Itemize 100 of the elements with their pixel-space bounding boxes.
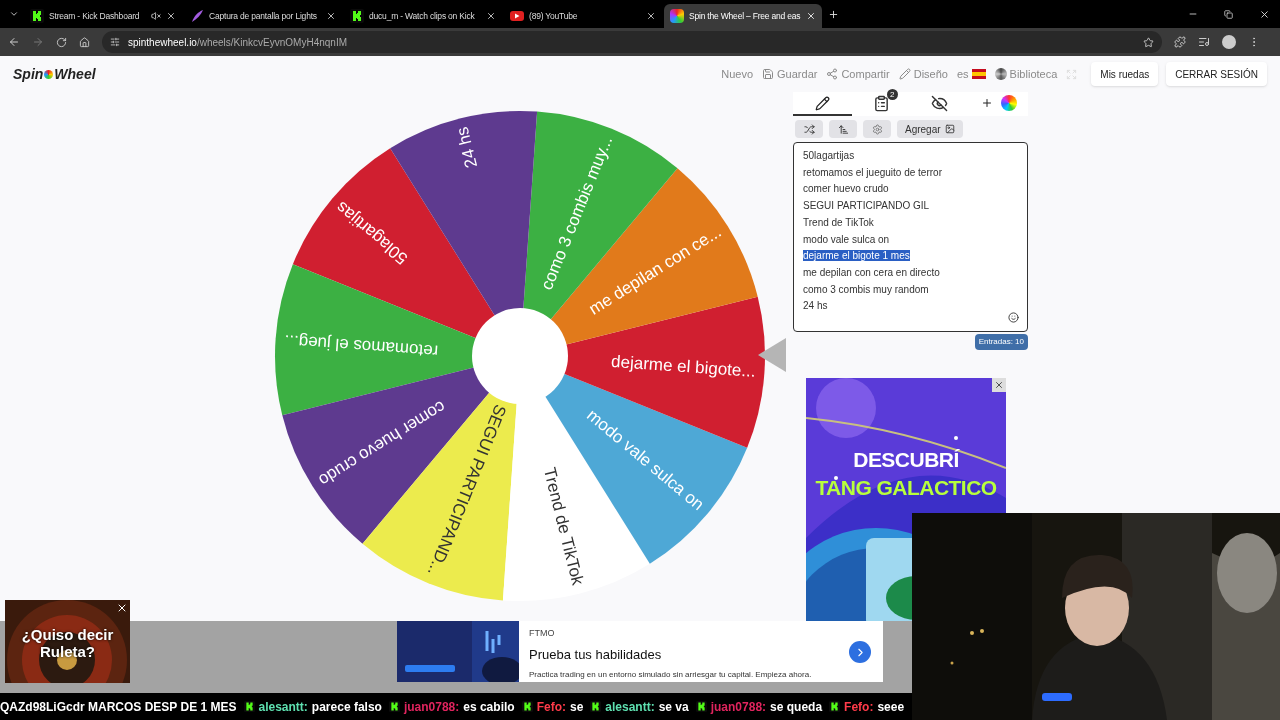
add-image-button[interactable]: Agregar bbox=[897, 120, 963, 138]
sort-icon bbox=[837, 123, 849, 135]
chat-message: se queda bbox=[770, 698, 823, 716]
share-icon bbox=[826, 68, 839, 80]
shuffle-button[interactable] bbox=[795, 120, 823, 138]
play-icon bbox=[510, 11, 524, 21]
pointer-icon bbox=[758, 338, 786, 372]
browser-tab[interactable]: Stream - Kick Dashboard bbox=[24, 4, 182, 28]
browser-tab[interactable]: (89) YouTube bbox=[504, 4, 662, 28]
toolbar-button[interactable]: Nuevo bbox=[721, 65, 754, 83]
chat-message: seee bbox=[877, 698, 905, 716]
shuffle-icon bbox=[803, 123, 815, 135]
kick-logo-icon bbox=[521, 701, 533, 712]
back-icon bbox=[8, 36, 20, 48]
entry-text: me depilan con cera en directo bbox=[803, 266, 940, 278]
new-tab-icon bbox=[828, 8, 839, 20]
spain-flag-icon bbox=[971, 69, 986, 79]
close-popup-button[interactable] bbox=[116, 602, 128, 614]
chevron-down-icon bbox=[9, 9, 19, 19]
tab-title: Captura de pantalla por Lights bbox=[209, 9, 318, 23]
globe-icon bbox=[994, 68, 1007, 80]
chat-username: alesantt: bbox=[258, 698, 308, 716]
home-icon bbox=[79, 36, 90, 48]
address-bar[interactable]: spinthewheel.io/wheels/KinkcvEyvnOMyH4nqnIM bbox=[102, 31, 1162, 53]
logo-text: Wheel bbox=[54, 64, 96, 84]
color-wheel-icon bbox=[1000, 95, 1017, 111]
chat-message: es cabilo bbox=[463, 698, 515, 716]
ad-title: Prueba tus habilidades bbox=[529, 645, 663, 664]
eye-off-icon bbox=[931, 94, 949, 112]
tab-title: ducu_m - Watch clips on Kick bbox=[369, 9, 476, 23]
entry-count: Entradas: 10 bbox=[974, 334, 1028, 350]
close-tab-icon bbox=[646, 11, 656, 21]
entry-text: SEGUI PARTICIPANDO GIL bbox=[803, 200, 930, 212]
entry-text: comer huevo crudo bbox=[803, 183, 889, 195]
header-button[interactable]: CERRAR SESIÓN bbox=[1166, 62, 1267, 86]
kick-logo-icon bbox=[590, 701, 602, 712]
chat-username: juan0788: bbox=[403, 698, 460, 716]
pencil-icon bbox=[814, 95, 830, 111]
chat-message: se va bbox=[658, 698, 689, 716]
slice-label: retomamos el jueg... bbox=[283, 331, 439, 361]
close-tab-icon bbox=[806, 11, 816, 21]
image-icon bbox=[944, 124, 955, 134]
chat-username: Fefo: bbox=[536, 698, 566, 716]
media-icon bbox=[1198, 36, 1210, 48]
settings-icon bbox=[871, 123, 883, 135]
extensions-icon bbox=[1174, 36, 1186, 48]
browser-tab[interactable]: Spin the Wheel – Free and eas bbox=[664, 4, 822, 28]
save-icon bbox=[762, 68, 775, 80]
avatar[interactable] bbox=[1222, 35, 1236, 49]
count-badge: 2 bbox=[886, 88, 898, 100]
entries-field[interactable] bbox=[793, 142, 1028, 332]
tab-title: Stream - Kick Dashboard bbox=[49, 9, 141, 23]
restore-icon bbox=[1224, 9, 1233, 19]
toolbar-button[interactable]: es bbox=[956, 65, 986, 83]
url-text: spinthewheel.io/wheels/KinkcvEyvnOMyH4nqnIM bbox=[128, 35, 348, 50]
clipboard-icon bbox=[872, 94, 890, 112]
close-tab-icon bbox=[486, 11, 496, 21]
browser-tab[interactable]: ducu_m - Watch clips on Kick bbox=[344, 4, 502, 28]
close-tab-icon bbox=[166, 11, 176, 21]
popup-text: Ruleta? bbox=[40, 643, 95, 660]
kick-logo-icon bbox=[388, 701, 400, 712]
ad-text: Practica trading en un entorno simulado sin arriesgar tu capital. Empieza ahora. bbox=[529, 669, 813, 681]
ad-arrow-button[interactable] bbox=[849, 641, 871, 663]
kick-logo-icon bbox=[243, 701, 255, 712]
slice-label: dejarme el bigote... bbox=[610, 351, 757, 381]
site-info-icon bbox=[110, 37, 120, 47]
sort-button[interactable] bbox=[829, 120, 857, 138]
kick-logo-icon bbox=[829, 701, 841, 712]
emoji-icon bbox=[1008, 312, 1019, 323]
chat-username: alesantt: bbox=[605, 698, 655, 716]
close-icon bbox=[116, 602, 128, 614]
browser-tab[interactable]: Captura de pantalla por Lights bbox=[184, 4, 342, 28]
header-button[interactable]: Mis ruedas bbox=[1091, 62, 1159, 86]
tab-title: (89) YouTube bbox=[529, 9, 579, 23]
tab-title: Spin the Wheel – Free and eas bbox=[689, 9, 801, 23]
chat-message: parece falso bbox=[311, 698, 382, 716]
entry-text: Trend de TikTok bbox=[803, 216, 874, 228]
entry-text: 24 hs bbox=[803, 300, 828, 312]
entry-text: modo vale sulca on bbox=[803, 233, 890, 245]
star-icon bbox=[1143, 36, 1154, 48]
entry-text: como 3 combis muy random bbox=[803, 283, 929, 295]
feather-icon bbox=[190, 9, 204, 23]
settings-button[interactable] bbox=[863, 120, 891, 138]
close-tab-icon bbox=[326, 11, 336, 21]
close-icon bbox=[1259, 8, 1270, 20]
plus-icon bbox=[980, 97, 993, 109]
entry-text: retomamos el jueguito de terror bbox=[803, 166, 942, 178]
kick-logo-icon bbox=[695, 701, 707, 712]
forward-icon bbox=[32, 36, 44, 48]
entry-text: dejarme el bigote 1 mes bbox=[803, 250, 910, 262]
kick-logo-icon bbox=[30, 9, 44, 23]
entry-text: 50lagartijas bbox=[803, 150, 855, 161]
wheel-logo-icon bbox=[44, 69, 54, 79]
reload-icon bbox=[56, 36, 67, 48]
pencil-icon bbox=[898, 68, 911, 80]
color-wheel-icon bbox=[670, 9, 684, 23]
logo-text: Spin bbox=[13, 64, 44, 84]
slice-label: 24 hs bbox=[452, 124, 482, 170]
fullscreen-icon bbox=[1066, 68, 1078, 80]
chat-username: Fefo: bbox=[844, 698, 874, 716]
